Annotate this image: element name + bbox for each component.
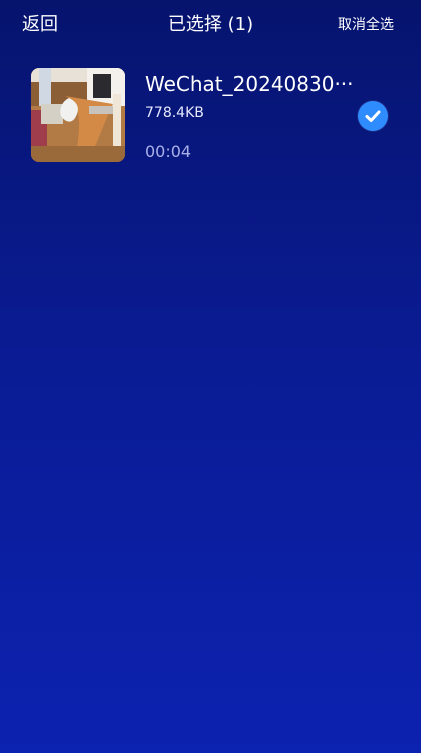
video-thumbnail (31, 68, 125, 162)
video-duration: 00:04 (145, 142, 192, 161)
selected-checkbox[interactable] (358, 101, 388, 131)
file-list-item[interactable]: WeChat_20240830··· 778.4KB 00:04 (0, 66, 421, 166)
top-bar: 返回 已选择 (1) 取消全选 (0, 0, 421, 52)
file-size: 778.4KB (145, 105, 204, 121)
file-name: WeChat_20240830··· (145, 72, 354, 96)
screen: 返回 已选择 (1) 取消全选 WeChat_20240830··· 778.4… (0, 0, 421, 753)
checkmark-icon (365, 110, 381, 122)
deselect-all-button[interactable]: 取消全选 (338, 14, 394, 36)
